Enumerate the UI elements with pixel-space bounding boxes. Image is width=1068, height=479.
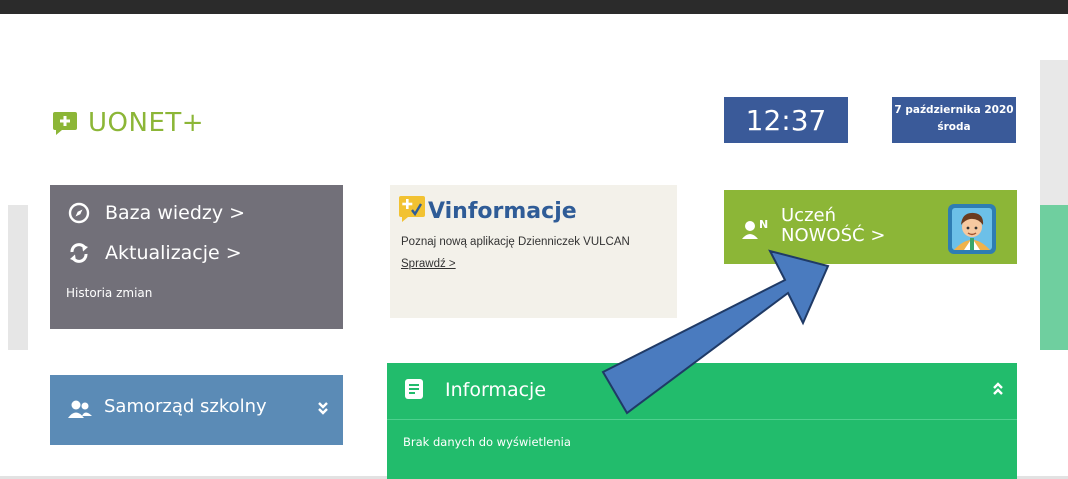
users-icon	[68, 400, 92, 418]
information-empty-message: Brak danych do wyświetlenia	[403, 435, 571, 449]
vinformacje-description: Poznaj nową aplikację Dzienniczek VULCAN	[401, 236, 630, 248]
clock-display: 12:37	[724, 97, 848, 143]
menu-item-label: Aktualizacje >	[105, 242, 242, 264]
date-line: 7 października 2020	[894, 104, 1014, 116]
refresh-icon	[70, 243, 88, 263]
weekday-line: środa	[937, 121, 971, 133]
vinformacje-title: Vinformacje	[428, 199, 577, 224]
information-divider	[387, 419, 1017, 420]
history-link[interactable]: Historia zmian	[66, 286, 152, 300]
plus-chat-icon	[53, 112, 77, 135]
help-panel: Baza wiedzy > Aktualizacje > Historia zm…	[50, 185, 343, 329]
student-n-icon: N	[742, 218, 768, 239]
student-council-panel[interactable]: Samorząd szkolny	[50, 375, 343, 445]
information-panel: Informacje Brak danych do wyświetlenia	[387, 363, 1017, 479]
app-name: UONET+	[88, 108, 205, 138]
menu-item-aktualizacje[interactable]: Aktualizacje >	[68, 242, 242, 264]
vinformacje-logo-icon	[399, 196, 425, 222]
information-title: Informacje	[445, 379, 547, 401]
menu-item-label: Baza wiedzy >	[105, 202, 246, 224]
vinformacje-check-link[interactable]: Sprawdź >	[401, 258, 456, 270]
information-header[interactable]: Informacje	[387, 363, 1017, 419]
student-tile-new-label: NOWOŚĆ >	[781, 225, 886, 246]
top-bar	[0, 0, 1068, 14]
app-logo[interactable]: UONET+	[52, 107, 204, 139]
student-tile-title: Uczeń	[781, 205, 837, 226]
vinformacje-card: Vinformacje Poznaj nową aplikację Dzienn…	[390, 185, 677, 318]
news-icon	[405, 379, 423, 399]
student-module-tile[interactable]: N Uczeń NOWOŚĆ >	[724, 190, 1017, 264]
left-side-panel	[8, 205, 28, 350]
date-display: 7 października 2020 środa	[892, 97, 1016, 143]
student-avatar-icon	[948, 204, 996, 254]
student-council-label: Samorząd szkolny	[104, 396, 267, 417]
compass-icon	[68, 202, 90, 224]
menu-item-baza-wiedzy[interactable]: Baza wiedzy >	[68, 202, 245, 224]
svg-text:N: N	[759, 218, 768, 231]
right-side-panel-green	[1040, 205, 1068, 350]
chevron-double-up-icon[interactable]	[991, 381, 1005, 397]
right-side-panel-gray	[1040, 60, 1068, 205]
chevron-double-down-icon[interactable]	[316, 400, 330, 416]
